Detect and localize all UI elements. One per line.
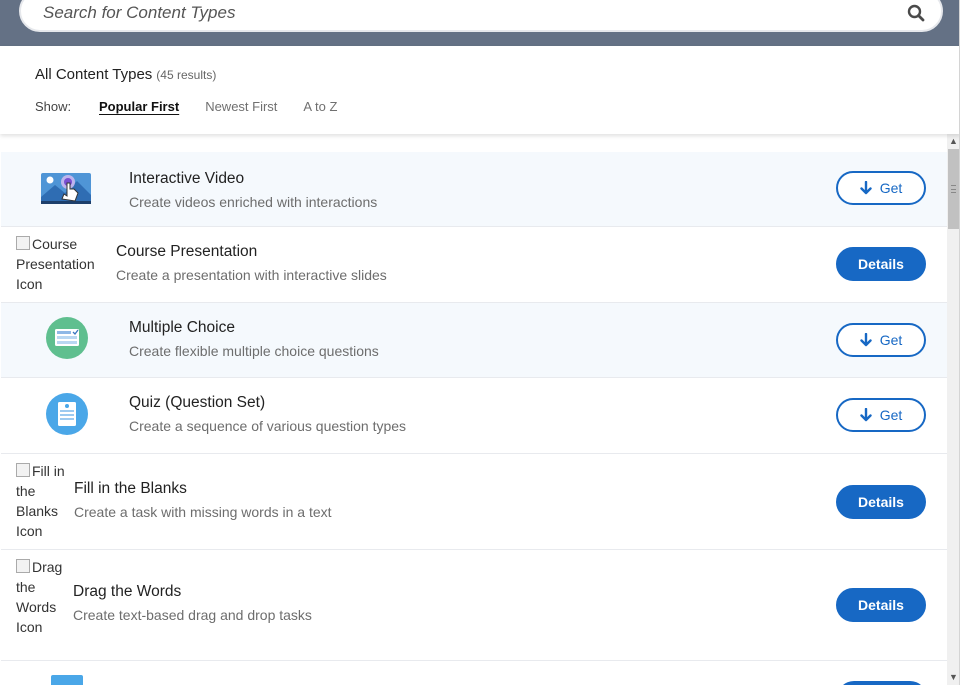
- get-button[interactable]: Get: [836, 323, 926, 357]
- content-type-hub: All Content Types(45 results) Show: Popu…: [0, 0, 960, 685]
- get-button[interactable]: Get: [836, 171, 926, 205]
- results-title: All Content Types (45 results): [35, 66, 216, 83]
- broken-image-icon: Fill in the Blanks Icon: [16, 463, 65, 539]
- sort-newest-first[interactable]: Newest First: [205, 99, 277, 114]
- scroll-up-arrow-icon[interactable]: ▲: [947, 133, 959, 149]
- item-description: Create videos enriched with interactions: [129, 194, 378, 210]
- list-item[interactable]: Interactive Video Create videos enriched…: [1, 152, 947, 227]
- search-box[interactable]: [19, 0, 943, 32]
- item-description: Create a task with missing words in a te…: [74, 504, 332, 520]
- results-count: (45 results): [156, 68, 217, 82]
- list-item[interactable]: Course Presentation Icon Course Presenta…: [1, 227, 947, 303]
- multiple-choice-icon: [46, 317, 88, 359]
- results-title-text: All Content Types: [35, 66, 153, 83]
- content-type-list: Interactive Video Create videos enriched…: [1, 148, 947, 685]
- details-button[interactable]: Details: [836, 247, 926, 281]
- scroll-down-arrow-icon[interactable]: ▼: [947, 669, 959, 685]
- item-title[interactable]: Multiple Choice: [129, 319, 235, 337]
- grip-icon: [951, 185, 956, 193]
- list-item[interactable]: Multiple Choice Create flexible multiple…: [1, 303, 947, 378]
- details-button[interactable]: Details: [836, 485, 926, 519]
- list-item[interactable]: Quiz (Question Set) Create a sequence of…: [1, 378, 947, 454]
- question-set-icon: [46, 393, 88, 435]
- item-title[interactable]: Interactive Video: [129, 170, 244, 188]
- page-bottom: [0, 685, 975, 695]
- broken-image-icon: Drag the Words Icon: [16, 557, 66, 637]
- list-scrollbar[interactable]: ▲ ▼: [947, 133, 959, 685]
- item-title[interactable]: Fill in the Blanks: [74, 480, 187, 498]
- item-title[interactable]: Drag the Words: [73, 583, 181, 601]
- sort-label: Show:: [35, 99, 72, 114]
- scroll-thumb[interactable]: [948, 149, 959, 229]
- partial-item-icon: [51, 675, 83, 685]
- download-arrow-icon: [860, 181, 872, 195]
- sort-popular-first[interactable]: Popular First: [99, 99, 179, 114]
- details-button[interactable]: Details: [836, 588, 926, 622]
- broken-image-icon: Course Presentation Icon: [16, 234, 108, 294]
- list-item[interactable]: Drag the Words Icon Drag the Words Creat…: [1, 550, 947, 661]
- search-header: [0, 0, 959, 46]
- list-item-partial[interactable]: [1, 661, 947, 685]
- search-input[interactable]: [43, 2, 863, 24]
- download-arrow-icon: [860, 408, 872, 422]
- search-icon[interactable]: [907, 4, 925, 22]
- item-description: Create a presentation with interactive s…: [116, 267, 387, 283]
- results-header: All Content Types (45 results) Show: Popu…: [0, 46, 959, 134]
- item-description: Create text-based drag and drop tasks: [73, 607, 312, 623]
- get-button-label: Get: [879, 332, 903, 348]
- get-button-label: Get: [879, 180, 903, 196]
- item-title[interactable]: Course Presentation: [116, 243, 257, 261]
- interactive-video-icon: [41, 173, 91, 204]
- sort-options: Show: Popular First Newest First A to Z: [35, 99, 363, 114]
- get-button[interactable]: Get: [836, 398, 926, 432]
- download-arrow-icon: [860, 333, 872, 347]
- get-button-label: Get: [879, 407, 903, 423]
- item-description: Create flexible multiple choice question…: [129, 343, 379, 359]
- list-item[interactable]: Fill in the Blanks Icon Fill in the Blan…: [1, 454, 947, 550]
- item-title[interactable]: Quiz (Question Set): [129, 394, 265, 412]
- sort-a-to-z[interactable]: A to Z: [303, 99, 337, 114]
- item-description: Create a sequence of various question ty…: [129, 418, 407, 434]
